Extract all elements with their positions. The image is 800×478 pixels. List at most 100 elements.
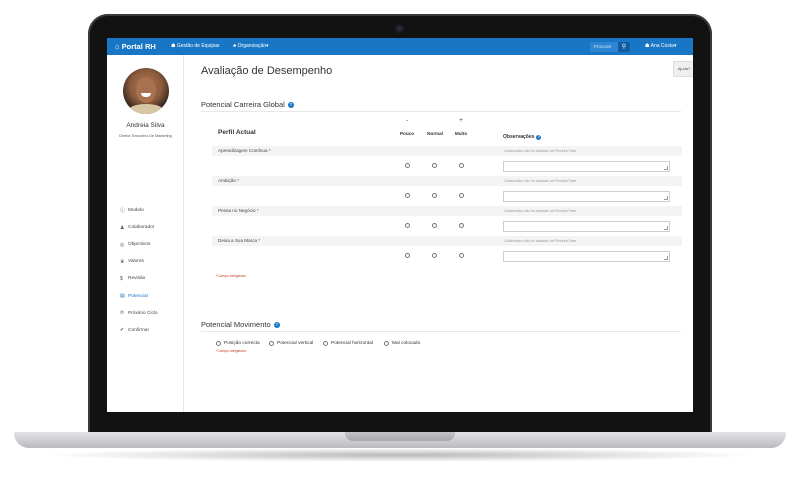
radio-posicao-correcta[interactable]: [216, 341, 221, 346]
required-note: *Campo obrigatório: [216, 349, 247, 353]
radio-ambicao-muito[interactable]: [459, 193, 464, 198]
option-label: Posição correcta: [224, 341, 260, 346]
required-note: *Campo obrigatório: [216, 274, 247, 278]
sidebar-item-label: Modelo: [128, 208, 144, 214]
sidebar-item-label: Colaborador: [128, 225, 155, 231]
sidebar-item-potencial[interactable]: ▤ Potencial: [120, 287, 158, 304]
col-symbol-muito: +: [459, 118, 463, 124]
sidebar-item-label: Valores: [128, 259, 144, 265]
user-menu-label: Ana Costa▾: [650, 43, 677, 49]
section-title-label: Potencial Carreira Global: [201, 100, 285, 109]
criteria-row-deixa-marca: Deixa a Sua Marca * Colaborador não foi …: [212, 236, 682, 246]
sidebar-item-label: Próximo Ciclo: [128, 310, 158, 316]
sidebar-item-proximo-ciclo[interactable]: ⟳ Próximo Ciclo: [120, 305, 158, 322]
criteria-note: Colaborador não foi avaliado na Primeira…: [504, 179, 577, 183]
criteria-label: Aprendizagem Contínua *: [218, 148, 271, 153]
sidebar-item-colaborador[interactable]: ♟ Colaborador: [120, 219, 158, 236]
radio-deixa-marca-pouco[interactable]: [405, 253, 410, 258]
profile-role: Diretor Executivo De Marketing: [119, 134, 172, 138]
radio-aprendizagem-pouco[interactable]: [405, 163, 410, 168]
option-potencial-vertical[interactable]: Potencial vertical: [269, 341, 313, 346]
option-label: Potencial vertical: [277, 341, 314, 346]
obs-header-label: Observações: [503, 134, 535, 140]
user-icon: ♟: [120, 224, 125, 231]
radio-pensa-negocio-normal[interactable]: [432, 223, 437, 228]
radio-ambicao-normal[interactable]: [432, 193, 437, 198]
sidebar: Andreia Silva Diretor Executivo De Marke…: [107, 55, 184, 412]
profile-name: Andreia Silva: [126, 122, 165, 129]
option-label: Potencial horizontal: [331, 341, 373, 346]
laptop-notch: [345, 432, 455, 441]
option-mal-colocado[interactable]: Mal colocado: [384, 341, 420, 346]
obs-header: Observações?: [503, 134, 542, 140]
nav-gestao-equipas-label: Gestão de Equipas: [176, 43, 220, 49]
obs-textarea-ambicao[interactable]: [503, 191, 670, 202]
radio-ambicao-pouco[interactable]: [405, 193, 410, 198]
cycle-icon: ⟳: [120, 310, 125, 317]
dollar-icon: $: [120, 275, 123, 282]
criteria-label: Pensa no Negócio *: [218, 208, 259, 213]
section-title-label: Potencial Movimento: [201, 320, 271, 329]
radio-aprendizagem-muito[interactable]: [459, 163, 464, 168]
users-icon: ☗: [171, 43, 176, 49]
search-button[interactable]: ⚲: [618, 42, 630, 52]
help-icon[interactable]: ?: [287, 102, 294, 109]
option-potencial-horizontal[interactable]: Potencial horizontal: [323, 341, 373, 346]
info-icon: ⓘ: [120, 208, 126, 215]
criteria-note: Colaborador não foi avaliado na Primeira…: [504, 209, 577, 213]
sidebar-item-label: Objectivos: [128, 242, 151, 248]
radio-deixa-marca-muito[interactable]: [459, 253, 464, 258]
section-title-potencial-movimento: Potencial Movimento?: [201, 320, 280, 329]
sidebar-item-valores[interactable]: ♛ Valores: [120, 253, 158, 270]
chart-icon: ▤: [120, 293, 125, 300]
user-icon: ☗: [645, 43, 650, 49]
radio-mal-colocado[interactable]: [384, 341, 389, 346]
criteria-note: Colaborador não foi avaliado na Primeira…: [504, 239, 577, 243]
sidebar-item-objectivos[interactable]: ◎ Objectivos: [120, 236, 158, 253]
radio-potencial-horizontal[interactable]: [323, 341, 328, 346]
top-navbar: ⌂ Portal RH ☗ Gestão de Equipas ♣ Organi…: [107, 38, 693, 55]
col-symbol-pouco: -: [406, 118, 408, 124]
nav-gestao-equipas[interactable]: ☗ Gestão de Equipas: [171, 43, 219, 49]
criteria-row-aprendizagem: Aprendizagem Contínua * Colaborador não …: [212, 146, 682, 156]
help-icon[interactable]: ?: [536, 135, 542, 140]
help-button[interactable]: Ajuda?: [673, 61, 693, 77]
nav-organizacao[interactable]: ♣ Organização▾: [233, 43, 269, 49]
perfil-header: Perfil Actual: [218, 129, 256, 136]
app-screen: ⌂ Portal RH ☗ Gestão de Equipas ♣ Organi…: [107, 38, 693, 412]
trophy-icon: ♛: [120, 258, 125, 265]
target-icon: ◎: [120, 241, 125, 248]
option-posicao-correcta[interactable]: Posição correcta: [216, 341, 260, 346]
sitemap-icon: ♣: [233, 43, 237, 49]
radio-deixa-marca-normal[interactable]: [432, 253, 437, 258]
brand-link[interactable]: ⌂ Portal RH: [115, 42, 156, 51]
section-divider: [201, 331, 681, 332]
nav-organizacao-label: Organização▾: [237, 43, 269, 49]
obs-textarea-pensa-negocio[interactable]: [503, 221, 670, 232]
user-menu[interactable]: ☗ Ana Costa▾: [645, 43, 676, 49]
brand-label: Portal RH: [121, 42, 156, 51]
avatar: [123, 68, 169, 114]
radio-aprendizagem-normal[interactable]: [432, 163, 437, 168]
criteria-row-ambicao: Ambição * Colaborador não foi avaliado n…: [212, 176, 682, 186]
search-placeholder: Procurar: [594, 44, 612, 49]
criteria-label: Deixa a Sua Marca *: [218, 238, 261, 243]
help-icon[interactable]: ?: [273, 322, 280, 329]
obs-textarea-aprendizagem[interactable]: [503, 161, 670, 172]
obs-textarea-deixa-marca[interactable]: [503, 251, 670, 262]
criteria-label: Ambição *: [218, 178, 239, 183]
radio-potencial-vertical[interactable]: [269, 341, 274, 346]
criteria-note: Colaborador não foi avaliado na Primeira…: [504, 149, 577, 153]
check-icon: ✔: [120, 327, 125, 334]
home-icon: ⌂: [115, 42, 120, 51]
radio-pensa-negocio-pouco[interactable]: [405, 223, 410, 228]
radio-pensa-negocio-muito[interactable]: [459, 223, 464, 228]
sidebar-item-label: Revisão: [128, 276, 146, 282]
sidebar-item-label: Confirmar: [128, 327, 150, 333]
sidebar-item-modelo[interactable]: ⓘ Modelo: [120, 202, 158, 219]
laptop-shadow: [40, 448, 760, 462]
sidebar-item-revisao[interactable]: $ Revisão: [120, 270, 158, 287]
sidebar-item-confirmar[interactable]: ✔ Confirmar: [120, 322, 158, 339]
option-label: Mal colocado: [392, 341, 421, 346]
laptop-frame: ⌂ Portal RH ☗ Gestão de Equipas ♣ Organi…: [0, 0, 800, 478]
